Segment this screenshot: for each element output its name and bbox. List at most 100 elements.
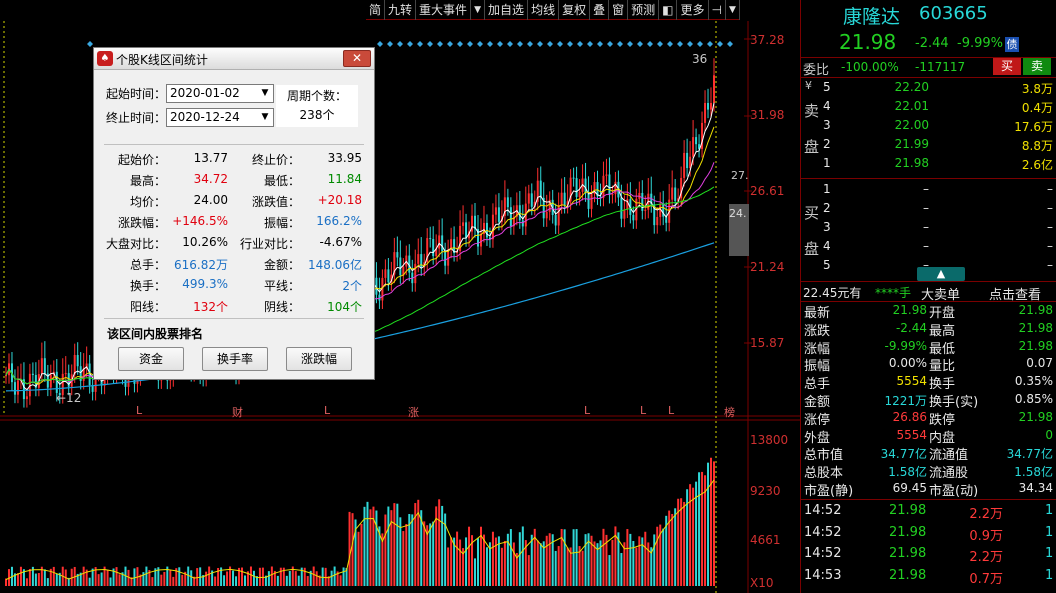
period-count-box: 周期个数： 238个 <box>276 85 358 127</box>
bid-price[interactable]: – <box>881 201 929 215</box>
ask-price[interactable]: 22.01 <box>881 99 929 113</box>
start-date-select[interactable]: 2020-01-02 ▼ <box>166 84 274 103</box>
quote-value: 1.58亿 <box>1014 465 1053 480</box>
quote-label: 换手 <box>929 377 956 393</box>
tick-volume: 2.2万 <box>969 507 1003 522</box>
more-button[interactable]: 更多 <box>677 0 709 20</box>
end-date-select[interactable]: 2020-12-24 ▼ <box>166 108 274 127</box>
exit-icon[interactable]: ⊣ <box>709 0 726 20</box>
bid-level: 4 <box>823 239 831 253</box>
tick-volume: 2.2万 <box>969 550 1003 565</box>
event-tag[interactable]: 涨 <box>408 404 419 420</box>
bid-volume: – <box>1047 239 1053 253</box>
event-tag[interactable]: L <box>584 404 590 417</box>
chevron-down-icon: ▼ <box>261 112 269 122</box>
dialog-title: 个股K线区间统计 <box>116 53 208 67</box>
buy-button[interactable]: 买 <box>993 58 1021 75</box>
quote-label: 流通值 <box>929 448 969 464</box>
toolbar-dropdown-button[interactable]: ▼ <box>726 0 740 20</box>
ask-volume: 8.8万 <box>1021 139 1053 153</box>
end-price-value: 33.95 <box>327 151 362 165</box>
end-price-label: 终止价： <box>252 153 301 167</box>
up-candles-value: 132个 <box>193 300 228 314</box>
quote-value: -9.99% <box>884 338 927 353</box>
bid-price[interactable]: – <box>881 220 929 234</box>
bid-volume: – <box>1047 220 1053 234</box>
bid-price[interactable]: – <box>881 182 929 196</box>
event-tag[interactable]: 榜 <box>724 404 735 420</box>
industry-compare-label: 行业对比： <box>240 237 301 251</box>
rank-turnover-button[interactable]: 换手率 <box>202 347 268 371</box>
event-tag[interactable]: L <box>640 404 646 417</box>
adjust-button[interactable]: 复权 <box>559 0 591 20</box>
overlay-button[interactable]: 叠 <box>590 0 610 20</box>
tick-volume: 0.7万 <box>969 571 1003 587</box>
ask-level: 1 <box>823 156 831 170</box>
start-price-label: 起始价： <box>118 153 167 167</box>
major-events-button[interactable]: 重大事件 <box>416 0 472 20</box>
quote-label: 涨幅 <box>804 341 831 357</box>
tick-count: 1 <box>1045 546 1054 561</box>
events-dropdown-button[interactable]: ▼ <box>471 0 486 20</box>
price-change-pct: -9.99% <box>957 36 1003 51</box>
current-price-marker: 27. <box>731 169 749 182</box>
quote-label: 总市值 <box>804 448 844 464</box>
tick-price: 21.98 <box>889 567 927 583</box>
period-count-value: 238个 <box>299 108 335 122</box>
forecast-button[interactable]: 预测 <box>628 0 660 20</box>
nine-turn-button[interactable]: 九转 <box>385 0 417 20</box>
price-axis-label: 21.24 <box>750 260 785 274</box>
end-date-value: 2020-12-24 <box>170 110 240 124</box>
down-candles-value: 104个 <box>327 300 362 314</box>
rank-capital-button[interactable]: 资金 <box>118 347 184 371</box>
close-button[interactable]: ✕ <box>343 50 371 67</box>
quote-value: 1.58亿 <box>888 465 927 480</box>
quote-label: 涨停 <box>804 412 831 428</box>
tick-volume: 0.9万 <box>969 528 1003 544</box>
quote-value: -2.44 <box>895 320 927 335</box>
ask-price[interactable]: 22.20 <box>881 80 929 94</box>
quote-label: 最高 <box>929 323 956 339</box>
down-candles-label: 阴线： <box>264 300 301 314</box>
event-tag[interactable]: L <box>668 404 674 417</box>
event-tag[interactable]: L <box>136 404 142 417</box>
tick-time: 14:52 <box>804 503 842 518</box>
tick-price: 21.98 <box>889 546 927 561</box>
dialog-titlebar[interactable]: ♠ 个股K线区间统计 ✕ <box>94 48 374 70</box>
low-marker: ←12 <box>56 391 82 405</box>
bid-level: 1 <box>823 182 831 196</box>
low-value: 11.84 <box>327 172 362 186</box>
ask-volume: 17.6万 <box>1014 120 1053 134</box>
rank-change-button[interactable]: 涨跌幅 <box>286 347 352 371</box>
stock-code: 603665 <box>919 3 988 24</box>
lock-icon[interactable]: ◧ <box>659 0 678 20</box>
start-time-label: 起始时间： <box>106 87 167 101</box>
change-value: +20.18 <box>317 193 362 207</box>
turnover-value: 499.3% <box>182 277 228 291</box>
big-order-price: 22.45元有 <box>803 286 862 300</box>
quote-value: 21.98 <box>892 303 927 317</box>
simple-button[interactable]: 简 <box>366 0 386 20</box>
ask-volume: 0.4万 <box>1021 101 1053 115</box>
add-watchlist-button[interactable]: 加自选 <box>485 0 529 20</box>
ask-price[interactable]: 21.98 <box>881 156 929 170</box>
ask-volume: 3.8万 <box>1021 82 1053 96</box>
collapse-orderbook-icon[interactable]: ▲ <box>917 267 965 281</box>
ma-button[interactable]: 均线 <box>528 0 560 20</box>
bid-price[interactable]: – <box>881 239 929 253</box>
event-tag[interactable]: 财 <box>232 404 243 420</box>
event-tag[interactable]: L <box>324 404 330 417</box>
ask-volume: 2.6亿 <box>1021 158 1053 172</box>
window-button[interactable]: 窗 <box>609 0 629 20</box>
sell-button[interactable]: 卖 <box>1023 58 1051 75</box>
quote-label: 总手 <box>804 377 831 393</box>
ask-price[interactable]: 21.99 <box>881 137 929 151</box>
tick-time: 14:52 <box>804 524 842 540</box>
quote-label: 市盈(动) <box>929 484 979 499</box>
bond-badge[interactable]: 债 <box>1005 37 1019 52</box>
quote-value: 0.35% <box>1014 374 1053 389</box>
ask-price[interactable]: 22.00 <box>881 118 929 132</box>
tick-price: 21.98 <box>889 503 927 518</box>
stock-name: 康隆达 <box>843 6 901 28</box>
volume-axis-label: 4661 <box>750 533 781 547</box>
